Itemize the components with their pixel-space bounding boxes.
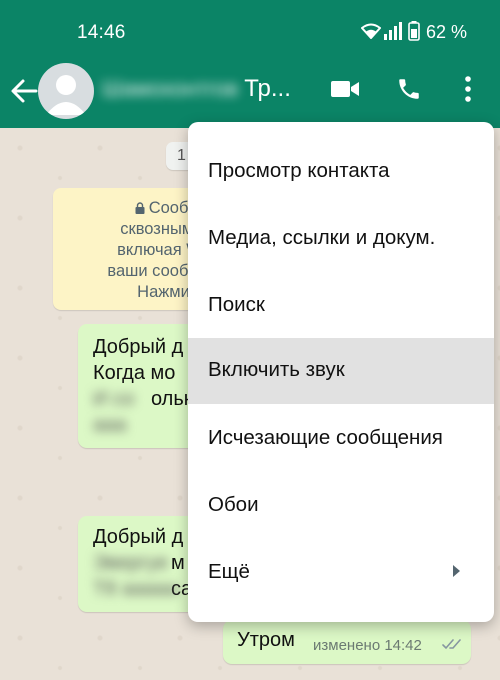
blurred-text: И со	[93, 388, 135, 410]
menu-item-media-links-docs[interactable]: Медиа, ссылки и докум.	[188, 206, 494, 272]
menu-item-wallpaper[interactable]: Обои	[188, 473, 494, 539]
double-check-icon	[442, 639, 461, 650]
menu-item-label: Просмотр контакта	[208, 159, 390, 182]
phone-icon[interactable]	[396, 76, 422, 102]
wifi-icon	[361, 23, 381, 39]
arrow-left-icon[interactable]	[10, 78, 38, 104]
message-meta: изменено 14:42	[313, 637, 422, 654]
app-bar: Шамохонтгов Тр...	[0, 58, 500, 128]
battery-icon	[408, 21, 420, 41]
status-time: 14:46	[77, 22, 126, 43]
more-vertical-icon[interactable]	[464, 75, 472, 103]
menu-item-search[interactable]: Поиск	[188, 273, 494, 339]
contact-name[interactable]: Шамохонтгов Тр...	[102, 74, 291, 104]
menu-item-label: Включить звук	[208, 358, 345, 381]
message-text: Утром	[237, 629, 295, 651]
menu-item-disappearing-messages[interactable]: Исчезающие сообщения	[188, 406, 494, 472]
menu-item-more[interactable]: Ещё	[188, 540, 494, 606]
menu-item-view-contact[interactable]: Просмотр контакта	[188, 139, 494, 205]
message-bubble-last[interactable]: Утром изменено 14:42	[223, 620, 471, 664]
status-bar: 14:46 62 %	[0, 0, 500, 58]
contact-avatar[interactable]	[38, 63, 94, 119]
menu-item-label: Поиск	[208, 293, 265, 316]
chevron-right-icon	[453, 565, 460, 577]
blurred-text: Эвергуе	[93, 552, 169, 574]
menu-item-unmute[interactable]: Включить звук	[188, 338, 494, 404]
overflow-menu: Просмотр контакта Медиа, ссылки и докум.…	[188, 122, 494, 622]
blurred-text: Т8 ааааа	[93, 578, 178, 600]
menu-item-label: Ещё	[208, 560, 250, 583]
signal-bars-icon	[384, 22, 402, 40]
contact-name-suffix: Тр...	[244, 75, 291, 102]
chat-header: 14:46 62 % Шамохонтгов Тр...	[0, 0, 500, 128]
battery-percentage: 62 %	[426, 22, 468, 42]
menu-item-label: Исчезающие сообщения	[208, 426, 443, 449]
menu-item-label: Медиа, ссылки и докум.	[208, 226, 436, 249]
menu-item-label: Обои	[208, 493, 259, 516]
video-camera-icon[interactable]	[331, 79, 359, 99]
contact-name-blurred: Шамохонтгов	[102, 76, 239, 101]
lock-icon	[135, 202, 145, 214]
avatar-placeholder-icon	[46, 75, 86, 115]
